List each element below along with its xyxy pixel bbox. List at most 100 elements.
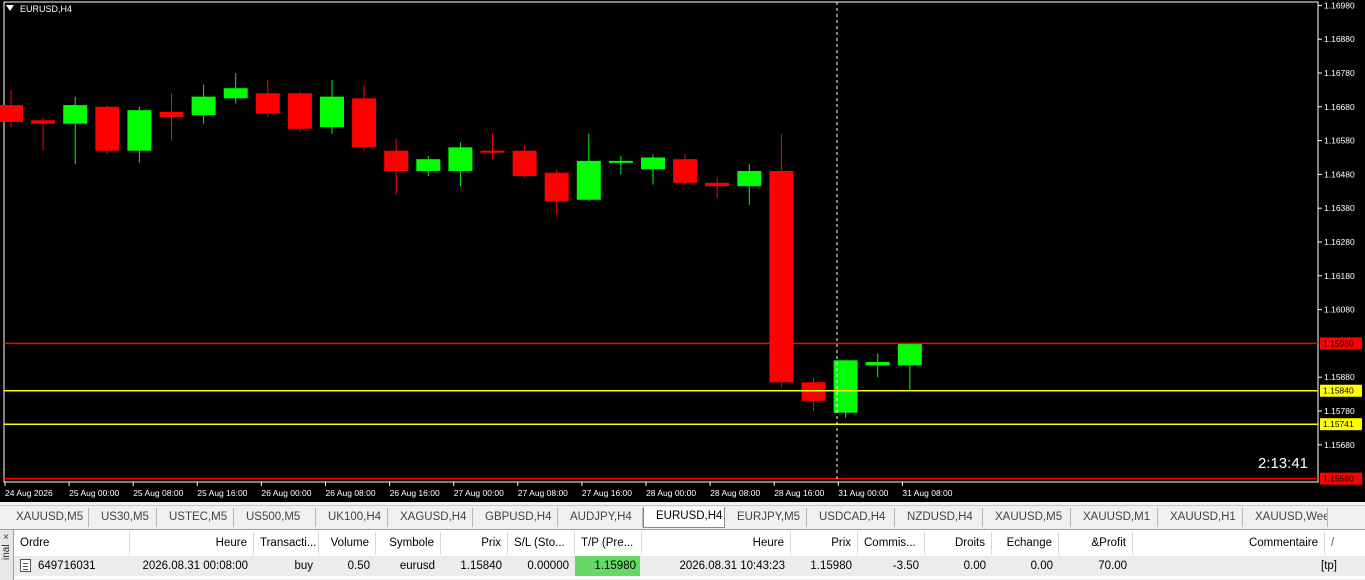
- col-header-echange[interactable]: Echange: [992, 532, 1059, 555]
- candle-body: [448, 147, 473, 172]
- tab-gbpusd-h4[interactable]: GBPUSD,H4: [473, 508, 558, 527]
- y-tick-label: 1.16080: [1324, 305, 1355, 315]
- col-header-prix-close[interactable]: Prix: [791, 532, 858, 555]
- col-header-prix[interactable]: Prix: [441, 532, 508, 555]
- tab-xagusd-h4[interactable]: XAGUSD,H4: [388, 508, 473, 527]
- candle-body: [769, 171, 794, 383]
- x-tick-label: 26 Aug 08:00: [326, 488, 376, 498]
- y-tick-label: 1.15680: [1324, 440, 1355, 450]
- candle-body: [95, 106, 120, 151]
- x-tick-label: 27 Aug 00:00: [454, 488, 504, 498]
- x-tick-label: 27 Aug 16:00: [582, 488, 632, 498]
- col-header-heure-close[interactable]: Heure: [642, 532, 791, 555]
- col-header-ordre[interactable]: Ordre: [14, 532, 130, 555]
- candle-body: [320, 96, 344, 128]
- cell-heure: 2026.08.31 00:08:00: [142, 560, 248, 572]
- tab-audjpy-h4[interactable]: AUDJPY,H4: [558, 508, 643, 527]
- x-tick-label: 26 Aug 16:00: [390, 488, 440, 498]
- cell-ordre: 649716031: [38, 560, 96, 572]
- candle-body: [544, 172, 569, 202]
- candle-body: [480, 150, 505, 153]
- x-tick-label: 27 Aug 08:00: [518, 488, 568, 498]
- col-header-droits[interactable]: Droits: [925, 532, 992, 555]
- candle-body: [705, 182, 730, 187]
- x-tick-label: 31 Aug 00:00: [838, 488, 888, 498]
- price-chart[interactable]: 1.16980 1.16880 1.16780 1.16680 1.16580 1.164…: [0, 0, 1365, 502]
- candle-body: [865, 362, 890, 366]
- tab-xauusd-m1[interactable]: XAUUSD,M1: [1071, 508, 1158, 527]
- y-tick-label: 1.16180: [1324, 271, 1355, 281]
- x-tick-label: 25 Aug 08:00: [133, 488, 183, 498]
- bar-countdown: 2:13:41: [1257, 455, 1308, 472]
- candle-body: [127, 110, 152, 151]
- col-header-commentaire[interactable]: Commentaire: [1133, 532, 1325, 555]
- candle-body: [897, 343, 922, 366]
- candle-body: [352, 98, 377, 148]
- tab-eurusd-h4[interactable]: EURUSD,H4: [643, 507, 725, 528]
- level-price-label: 1.15580: [1323, 474, 1354, 484]
- tab-xauusd-m5[interactable]: XAUUSD,M5: [983, 508, 1071, 527]
- tab-eurjpy-m5[interactable]: EURJPY,M5: [725, 508, 807, 527]
- y-tick-label: 1.16380: [1324, 203, 1355, 213]
- col-header-heure[interactable]: Heure: [130, 532, 254, 555]
- terminal-side-label: inal: [1, 544, 12, 560]
- col-header-sl[interactable]: S/L (Sto...: [508, 532, 575, 555]
- candle-body: [159, 111, 184, 117]
- candle-body: [608, 160, 633, 163]
- candle-body: [255, 93, 280, 114]
- cell-droits: 0.00: [963, 560, 986, 572]
- y-tick-label: 1.16580: [1324, 136, 1355, 146]
- col-header-commission[interactable]: Commis...: [858, 532, 925, 555]
- x-tick-label: 26 Aug 00:00: [261, 488, 311, 498]
- y-tick-label: 1.16280: [1324, 237, 1355, 247]
- cell-commission: -3.50: [892, 560, 919, 572]
- col-header-transaction[interactable]: Transacti...: [254, 532, 319, 555]
- tab-xauusd-m5[interactable]: XAUUSD,M5: [4, 508, 89, 527]
- x-tick-label: 28 Aug 08:00: [710, 488, 760, 498]
- tab-us500-m5[interactable]: US500,M5: [234, 508, 316, 527]
- candle-body: [191, 96, 216, 116]
- tab-usdcad-h4[interactable]: USDCAD,H4: [807, 508, 895, 527]
- cell-tp: 1.15980: [594, 560, 636, 572]
- y-tick-label: 1.15880: [1324, 372, 1355, 382]
- level-price-label: 1.15741: [1323, 419, 1354, 429]
- x-tick-label: 28 Aug 00:00: [646, 488, 696, 498]
- tab-us30-m5[interactable]: US30,M5: [89, 508, 157, 527]
- y-tick-label: 1.16480: [1324, 169, 1355, 179]
- tab-uk100-h4[interactable]: UK100,H4: [316, 508, 388, 527]
- close-icon[interactable]: ×: [3, 532, 9, 543]
- document-icon: [20, 559, 31, 572]
- candle-body: [384, 150, 409, 172]
- cell-volume: 0.50: [347, 560, 370, 572]
- sort-indicator-icon[interactable]: /: [1325, 532, 1347, 555]
- col-header-symbole[interactable]: Symbole: [376, 532, 441, 555]
- x-tick-label: 25 Aug 00:00: [69, 488, 119, 498]
- cell-heure-close: 2026.08.31 10:43:23: [679, 560, 785, 572]
- candle-body: [416, 159, 441, 172]
- tab-ustec-m5[interactable]: USTEC,M5: [157, 508, 234, 527]
- level-price-label: 1.15980: [1323, 338, 1354, 348]
- tab-nzdusd-h4[interactable]: NZDUSD,H4: [895, 508, 983, 527]
- x-tick-label: 25 Aug 16:00: [197, 488, 247, 498]
- x-tick-label: 31 Aug 08:00: [902, 488, 952, 498]
- cell-prix-close: 1.15980: [810, 560, 852, 572]
- chart-area[interactable]: 1.16980 1.16880 1.16780 1.16680 1.16580 1.164…: [0, 0, 1365, 502]
- cell-symbole: eurusd: [399, 560, 435, 572]
- cell-commentaire: [tp]: [1321, 560, 1337, 572]
- col-header-volume[interactable]: Volume: [319, 532, 376, 555]
- tab-xauusd-h1[interactable]: XAUUSD,H1: [1158, 508, 1243, 527]
- col-header-tp[interactable]: T/P (Pre...: [575, 532, 642, 555]
- candle-body: [0, 105, 23, 122]
- chart-menu-arrow-icon[interactable]: [6, 5, 14, 11]
- y-tick-label: 1.16880: [1324, 34, 1355, 44]
- candle-body: [673, 159, 698, 183]
- candle-body: [576, 160, 601, 200]
- cell-profit: 70.00: [1098, 560, 1127, 572]
- x-tick-label: 28 Aug 16:00: [774, 488, 824, 498]
- col-header-profit[interactable]: &Profit: [1059, 532, 1133, 555]
- terminal-side-handle[interactable]: × inal: [0, 530, 14, 580]
- y-tick-label: 1.16680: [1324, 102, 1355, 112]
- plot-frame: [3, 1, 1319, 483]
- tab-xauusd-weekl[interactable]: XAUUSD,Weekl: [1243, 508, 1328, 527]
- cell-prix: 1.15840: [460, 560, 502, 572]
